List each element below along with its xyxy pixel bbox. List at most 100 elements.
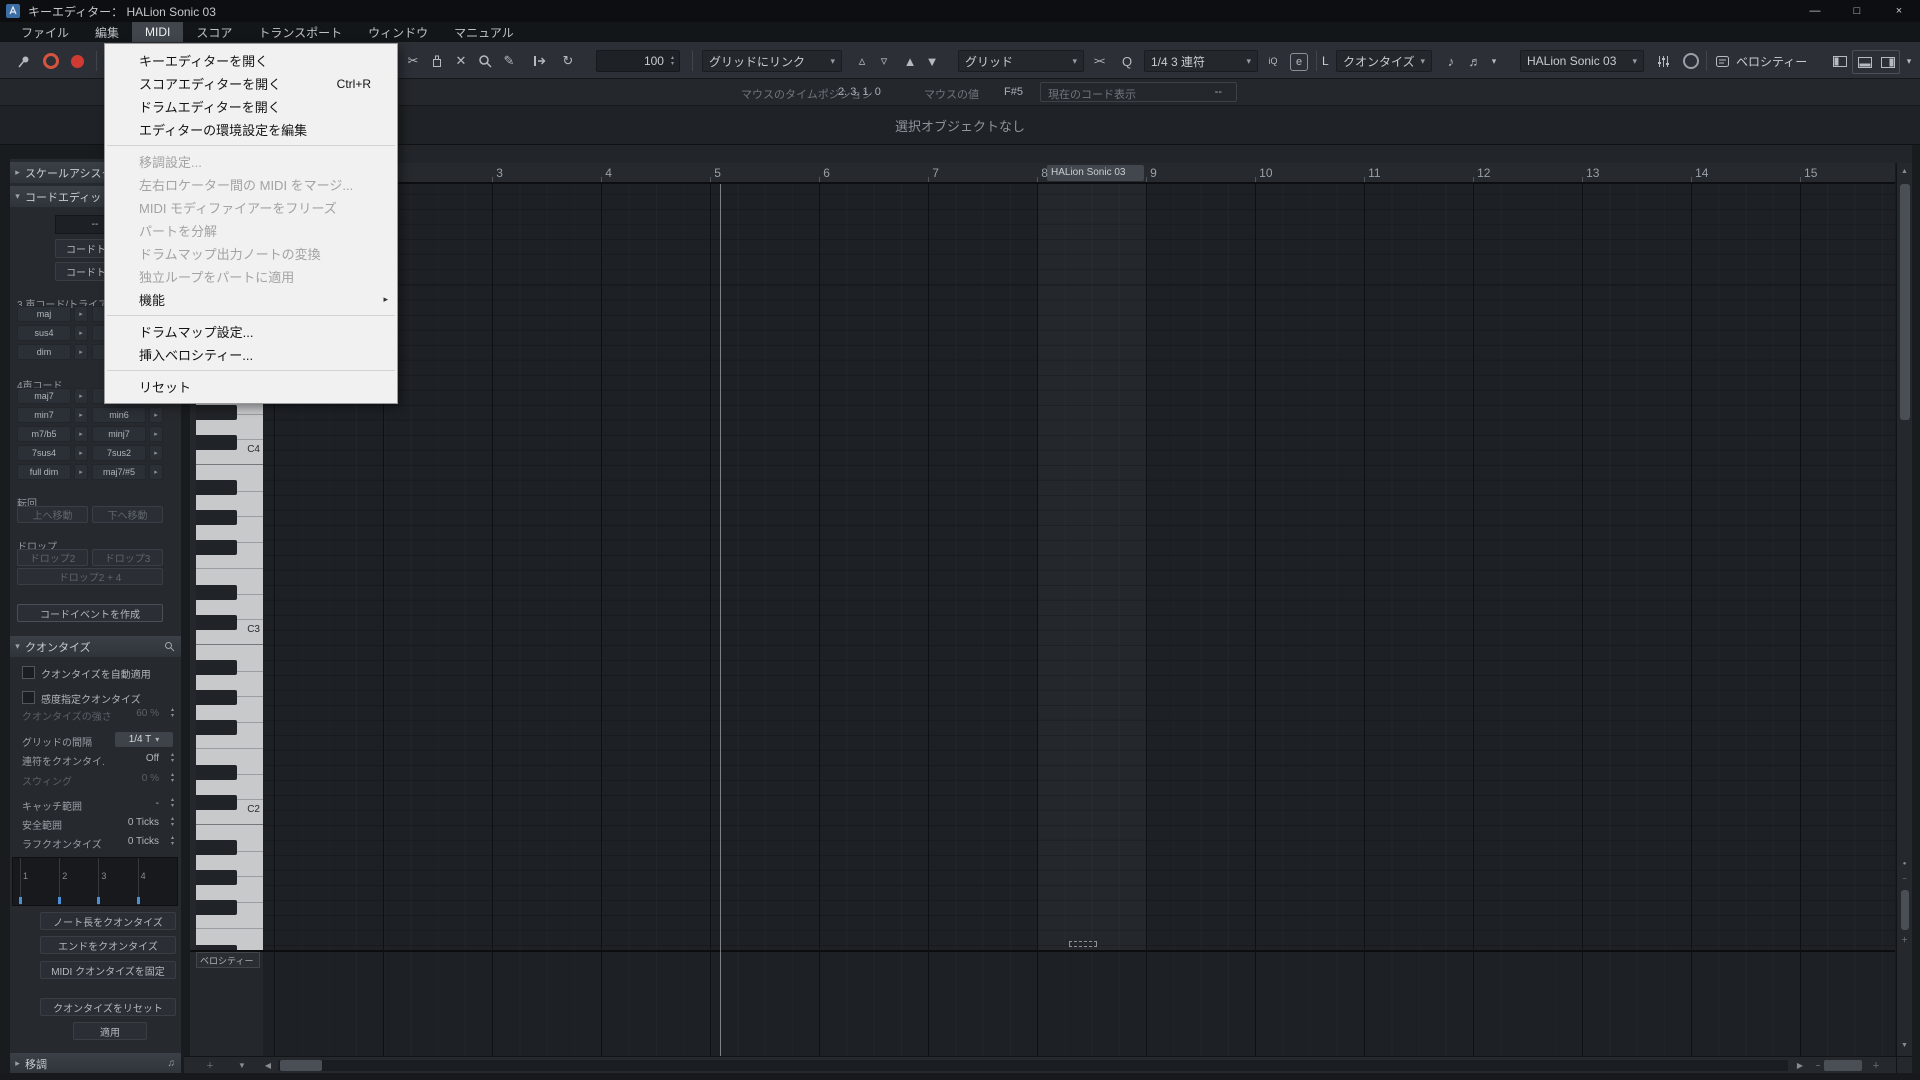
nudge-down-button[interactable]: ▿ [874, 50, 894, 72]
hscroll-thumb[interactable] [280, 1060, 322, 1071]
close-button[interactable]: × [1878, 0, 1920, 22]
black-key[interactable] [196, 765, 237, 780]
part-selector-dropdown[interactable]: HALion Sonic 03 ▾ [1520, 50, 1644, 72]
step-input-options-arrow[interactable]: ▾ [1488, 50, 1500, 72]
pin-editor-icon[interactable] [12, 50, 34, 72]
scroll-left-arrow[interactable]: ◀ [260, 1059, 276, 1072]
chord-variant-arrow-button[interactable]: ▸ [149, 464, 163, 480]
black-key[interactable] [196, 510, 237, 525]
move-up-button[interactable]: 上へ移動 [17, 506, 88, 523]
black-key[interactable] [196, 540, 237, 555]
glue-tool[interactable] [426, 50, 448, 72]
scroll-down-arrow[interactable]: ▼ [1897, 1039, 1912, 1052]
controller-lane-divider[interactable] [263, 950, 1895, 952]
minimize-button[interactable]: — [1794, 0, 1836, 22]
part-label[interactable]: HALion Sonic 03 [1047, 165, 1144, 181]
zoom-tool[interactable] [474, 50, 496, 72]
value-stepper[interactable]: ▴ ▾ [171, 835, 174, 847]
hzoom-slider[interactable] [1824, 1060, 1862, 1071]
chord-variant-arrow-button[interactable]: ▸ [74, 407, 88, 423]
menu-item[interactable]: スコアエディターを開く Ctrl+R [105, 72, 397, 95]
chord-type-button[interactable]: minj7 [92, 426, 146, 442]
chord-variant-arrow-button[interactable]: ▸ [149, 445, 163, 461]
vzoom-preset-button[interactable]: ● [1897, 857, 1912, 870]
midi-input-button[interactable]: ♬ [1464, 50, 1486, 72]
split-tool[interactable]: ✂ [402, 50, 424, 72]
chord-variant-arrow-button[interactable]: ▸ [74, 344, 88, 360]
menu-item[interactable]: エディターの環境設定を編集 [105, 118, 397, 141]
chord-type-button[interactable]: full dim [17, 464, 71, 480]
maximize-button[interactable]: □ [1836, 0, 1878, 22]
checkbox[interactable] [22, 691, 35, 704]
chord-variant-arrow-button[interactable]: ▸ [74, 306, 88, 322]
chord-type-button[interactable]: min6 [92, 407, 146, 423]
vzoom-out-button[interactable]: − [1897, 873, 1912, 886]
chord-type-button[interactable]: dim [17, 344, 71, 360]
menu-item[interactable]: リセット [105, 375, 397, 398]
grid-spacing-dropdown[interactable]: 1/4 T ▾ [115, 732, 173, 747]
drop3-button[interactable]: ドロップ3 [92, 549, 163, 566]
menu-item[interactable]: ドラムマップ設定... [105, 320, 397, 343]
menubar-item[interactable]: スコア [183, 22, 245, 42]
drop2-4-button[interactable]: ドロップ2 + 4 [17, 568, 163, 585]
chord-type-button[interactable]: maj [17, 306, 71, 322]
color-wheel-icon[interactable] [1680, 50, 1702, 72]
menubar-item[interactable]: マニュアル [441, 22, 527, 42]
chord-type-button[interactable]: 7sus2 [92, 445, 146, 461]
chord-variant-arrow-button[interactable]: ▸ [74, 325, 88, 341]
right-zone-toggle-icon[interactable] [1880, 56, 1895, 68]
value-stepper[interactable]: ▴ ▾ [171, 797, 174, 809]
menubar-item[interactable]: トランスポート [245, 22, 355, 42]
menubar-item[interactable]: ファイル [8, 22, 82, 42]
piano-octave[interactable]: C2 [196, 645, 263, 825]
event-colors-dropdown[interactable]: ベロシティー [1736, 50, 1807, 72]
black-key[interactable] [196, 615, 237, 630]
apply-quantize-button[interactable]: 適用 [73, 1022, 147, 1040]
value-stepper[interactable]: ▴ ▾ [171, 816, 174, 828]
chord-variant-arrow-button[interactable]: ▸ [74, 388, 88, 404]
scroll-up-arrow[interactable]: ▲ [1897, 165, 1912, 178]
left-zone-toggle-icon[interactable] [1830, 50, 1850, 72]
move-down-button[interactable]: 下へ移動 [92, 506, 163, 523]
scroll-right-arrow[interactable]: ▶ [1792, 1059, 1808, 1072]
black-key[interactable] [196, 900, 237, 915]
chord-variant-arrow-button[interactable]: ▸ [74, 445, 88, 461]
lane-handle-marker[interactable] [1069, 941, 1097, 947]
autoscroll-button[interactable] [528, 50, 552, 72]
lane-presets-arrow[interactable]: ▼ [234, 1059, 250, 1072]
chord-variant-arrow-button[interactable]: ▸ [74, 464, 88, 480]
quantize-action-button[interactable]: MIDI クオンタイズを固定 [40, 961, 176, 979]
black-key[interactable] [196, 690, 237, 705]
black-key[interactable] [196, 585, 237, 600]
black-key[interactable] [196, 870, 237, 885]
black-key[interactable] [196, 435, 237, 450]
quantize-preset-dropdown[interactable]: 1/4 3 連符 ▾ [1144, 50, 1258, 72]
black-key[interactable] [196, 405, 237, 420]
draw-tool[interactable]: ✎ [498, 50, 520, 72]
piano-octave[interactable]: C3 [196, 465, 263, 645]
hzoom-in-button[interactable]: ＋ [1868, 1059, 1884, 1072]
chord-type-button[interactable]: maj7 [17, 388, 71, 404]
section-transpose[interactable]: ▸ 移調 ♫ [10, 1053, 181, 1074]
chord-variant-arrow-button[interactable]: ▸ [149, 407, 163, 423]
piano-octave[interactable]: C1 [196, 825, 263, 950]
record-in-editor-button[interactable] [66, 50, 88, 72]
move-down-button[interactable]: ▼ [922, 50, 942, 72]
toolbar-setup-arrow[interactable]: ▾ [1902, 50, 1916, 72]
chord-type-button[interactable]: sus4 [17, 325, 71, 341]
lower-zone-toggle-icon[interactable] [1857, 56, 1872, 68]
black-key[interactable] [196, 795, 237, 810]
menu-item[interactable]: ドラムエディターを開く [105, 95, 397, 118]
iterative-quantize-button[interactable]: iQ [1262, 50, 1284, 72]
insert-velocity-field[interactable]: 100 ▴ ▾ [596, 50, 680, 72]
velocity-stepper[interactable]: ▴ ▾ [671, 55, 674, 67]
open-quantize-panel-button[interactable]: e [1290, 53, 1308, 71]
hscroll-track[interactable] [278, 1060, 1788, 1071]
chord-type-button[interactable]: min7 [17, 407, 71, 423]
move-up-button[interactable]: ▲ [900, 50, 920, 72]
black-key[interactable] [196, 480, 237, 495]
nudge-up-button[interactable]: ▵ [852, 50, 872, 72]
loop-button[interactable]: ↻ [556, 50, 580, 72]
reset-quantize-button[interactable]: クオンタイズをリセット [40, 998, 176, 1016]
quantize-action-button[interactable]: ノート長をクオンタイズ [40, 912, 176, 930]
